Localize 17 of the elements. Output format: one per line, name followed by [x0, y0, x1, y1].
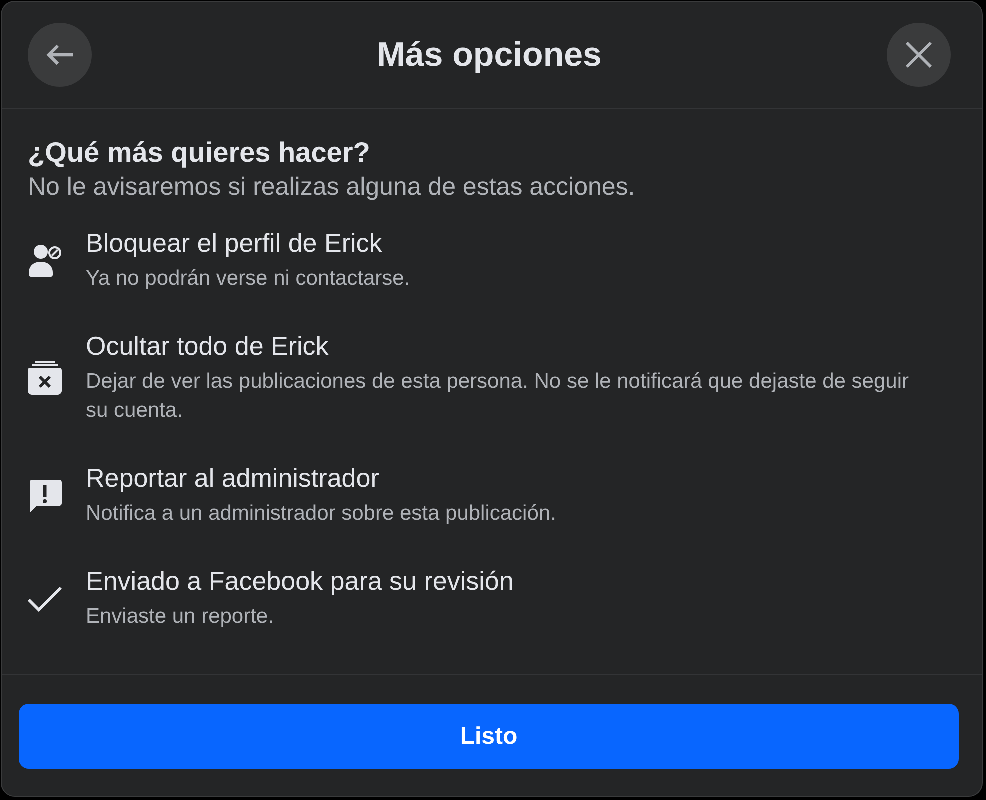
option-description: Dejar de ver las publicaciones de esta persona. No se le notificará que dejaste de seguir su cuenta.: [86, 369, 910, 424]
option-title[interactable]: Bloquear el perfil de Erick: [86, 228, 410, 258]
dialog-title: Más opciones: [377, 36, 602, 74]
option-title[interactable]: Enviado a Facebook para su revisión: [86, 566, 514, 596]
done-button[interactable]: Listo: [19, 704, 959, 769]
section-heading: ¿Qué más quieres hacer?: [27, 136, 372, 170]
archive-x-icon: [27, 360, 63, 396]
option-description: Ya no podrán verse ni contactarse.: [86, 266, 410, 292]
section-subheading: No le avisaremos si realizas alguna de estas acciones.: [27, 172, 636, 203]
option-description: Enviaste un reporte.: [86, 604, 275, 630]
option-title[interactable]: Reportar al administrador: [86, 463, 556, 493]
close-icon: [905, 41, 933, 69]
option-description: Notifica a un administrador sobre esta publicación.: [86, 501, 556, 527]
option-title[interactable]: Ocultar todo de Erick: [86, 331, 922, 361]
back-arrow-icon: [45, 43, 75, 67]
blocked-person-icon: [27, 242, 63, 278]
alert-message-icon: [27, 478, 63, 514]
